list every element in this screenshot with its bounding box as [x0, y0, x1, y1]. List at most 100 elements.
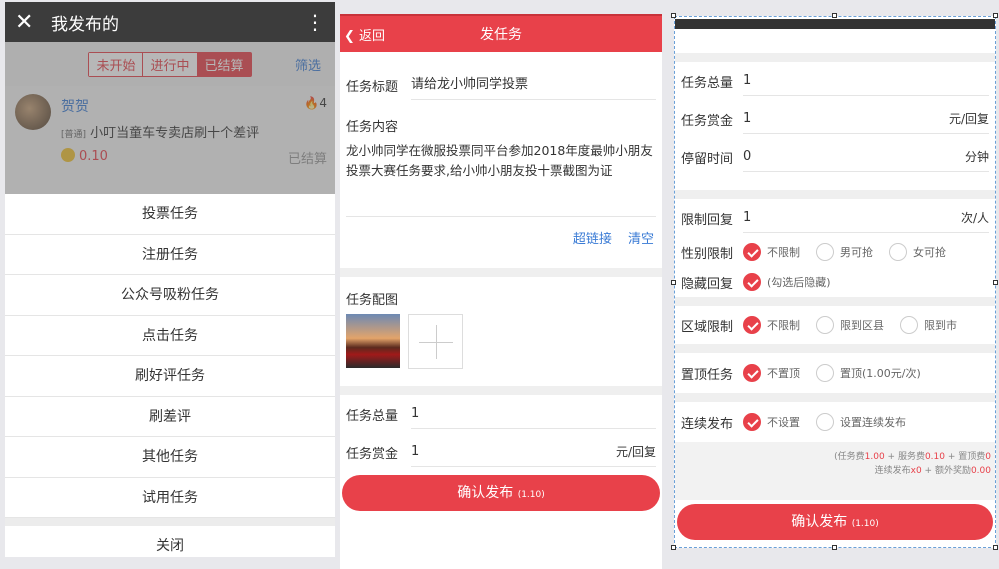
- divider: [340, 386, 662, 395]
- confirm-publish-button[interactable]: 确认发布 (1.10): [342, 475, 660, 511]
- tab-in-progress[interactable]: 进行中: [143, 52, 198, 76]
- limit-input[interactable]: 1 次/人: [743, 203, 989, 233]
- menu-item-vote[interactable]: 投票任务: [5, 194, 335, 235]
- fee-line-2: 连续发布x0 + 额外奖励0.00: [679, 464, 991, 478]
- car-thumbnail[interactable]: [346, 314, 400, 368]
- add-image-button[interactable]: [408, 314, 463, 369]
- total-input[interactable]: 1: [743, 66, 989, 96]
- hyperlink-button[interactable]: 超链接: [573, 232, 612, 247]
- task-title-label: 任务标题: [346, 79, 399, 95]
- selection-handle[interactable]: [671, 13, 676, 18]
- check-icon: [743, 273, 761, 291]
- chevron-left-icon: ❮: [344, 28, 355, 44]
- fee-text: + 服务费: [884, 452, 925, 462]
- fee-value: 0: [985, 452, 991, 462]
- spacer: [340, 52, 662, 66]
- divider: [675, 190, 995, 199]
- fee-text: (任务费: [834, 452, 865, 462]
- menu-item-click[interactable]: 点击任务: [5, 316, 335, 356]
- menu-item-other[interactable]: 其他任务: [5, 437, 335, 478]
- clear-button[interactable]: 清空: [628, 232, 654, 247]
- spacer: [675, 176, 995, 190]
- menu-item-bad-review[interactable]: 刷差评: [5, 397, 335, 437]
- more-icon[interactable]: ⋮: [305, 10, 325, 34]
- top-opt-none[interactable]: 不置顶: [743, 364, 800, 382]
- opt-label: 不限制: [767, 246, 800, 259]
- menu-item-good-review[interactable]: 刷好评任务: [5, 356, 335, 397]
- gender-opt-male[interactable]: 男可抢: [816, 243, 873, 261]
- task-amount: 0.10: [61, 148, 108, 164]
- back-button[interactable]: ❮ 返回: [340, 25, 385, 44]
- total-value: 1: [411, 406, 420, 421]
- task-title-input[interactable]: 请给龙小帅同学投票: [411, 70, 656, 100]
- total-row: 任务总量 1: [675, 62, 995, 100]
- divider: [346, 216, 656, 217]
- amount-value: 0.10: [79, 149, 108, 164]
- menu-item-register[interactable]: 注册任务: [5, 235, 335, 275]
- selection-handle[interactable]: [993, 545, 998, 550]
- tab-settled[interactable]: 已结算: [197, 52, 251, 76]
- fee-summary: (任务费1.00 + 服务费0.10 + 置顶费0 连续发布x0 + 额外奖励0…: [675, 442, 995, 500]
- selection-handle[interactable]: [832, 13, 837, 18]
- status-tabs-row: 未开始 进行中 已结算 筛选: [5, 42, 335, 86]
- task-card[interactable]: 贺贺 🔥4 [普通] 小叮当童车专卖店刷十个差评 0.10 已结算: [5, 86, 335, 194]
- gender-label: 性别限制: [681, 246, 734, 262]
- cont-opt-set[interactable]: 设置连续发布: [816, 413, 906, 431]
- limit-label: 限制回复: [681, 212, 734, 228]
- divider: [675, 393, 995, 402]
- divider: [675, 297, 995, 306]
- action-sheet: 投票任务 注册任务 公众号吸粉任务 点击任务 刷好评任务 刷差评 其他任务 试用…: [5, 194, 335, 557]
- publish-task-panel: ❮ 返回 发任务 任务标题 请给龙小帅同学投票 任务内容 龙小帅同学在微服投票同…: [340, 14, 662, 569]
- selection-handle[interactable]: [832, 545, 837, 550]
- total-input[interactable]: 1: [411, 399, 656, 429]
- selection-handle[interactable]: [993, 13, 998, 18]
- region-opt-city[interactable]: 限到市: [900, 316, 957, 334]
- region-opt-any[interactable]: 不限制: [743, 316, 800, 334]
- image-label: 任务配图: [346, 293, 399, 308]
- stay-row: 停留时间 0 分钟: [675, 138, 995, 176]
- page-title: 我发布的: [51, 14, 119, 35]
- my-published-panel: ✕ 我发布的 ⋮ 未开始 进行中 已结算 筛选 贺贺 🔥4 [普通] 小叮当童车…: [5, 2, 335, 557]
- selection-handle[interactable]: [671, 280, 676, 285]
- check-icon: [743, 243, 761, 261]
- radio-icon: [816, 243, 834, 261]
- task-title-value: 请给龙小帅同学投票: [411, 77, 529, 92]
- cont-opt-none[interactable]: 不设置: [743, 413, 800, 431]
- filter-link[interactable]: 筛选: [295, 55, 321, 74]
- dimmed-background: ✕ 我发布的 ⋮ 未开始 进行中 已结算 筛选 贺贺 🔥4 [普通] 小叮当童车…: [5, 2, 335, 194]
- top-opt-pin[interactable]: 置顶(1.00元/次): [816, 364, 921, 382]
- selection-handle[interactable]: [993, 280, 998, 285]
- fire-icon: 🔥: [304, 96, 320, 110]
- opt-label: 不设置: [767, 416, 800, 429]
- close-icon[interactable]: ✕: [15, 10, 51, 35]
- limit-row: 限制回复 1 次/人: [675, 199, 995, 237]
- content-textarea[interactable]: 龙小帅同学在微服投票同平台参加2018年度最帅小朋友投票大赛任务要求,给小帅小朋…: [346, 141, 656, 181]
- stay-value: 0: [743, 149, 752, 164]
- status-tabs: 未开始 进行中 已结算: [88, 51, 252, 77]
- gender-opt-any[interactable]: 不限制: [743, 243, 800, 261]
- region-label: 区域限制: [681, 319, 734, 335]
- reward-value: 1: [743, 111, 752, 126]
- radio-icon: [816, 316, 834, 334]
- total-label: 任务总量: [681, 75, 734, 91]
- menu-item-trial[interactable]: 试用任务: [5, 478, 335, 518]
- check-icon: [743, 316, 761, 334]
- continuous-label: 连续发布: [681, 416, 734, 432]
- confirm-publish-button[interactable]: 确认发布 (1.10): [677, 504, 993, 540]
- close-button[interactable]: 关闭: [5, 526, 335, 557]
- user-name: 贺贺: [61, 99, 89, 115]
- selection-handle[interactable]: [671, 545, 676, 550]
- divider: [5, 518, 335, 526]
- reward-input[interactable]: 1 元/回复: [743, 104, 989, 134]
- hide-opt[interactable]: (勾选后隐藏): [743, 273, 831, 291]
- gender-opt-female[interactable]: 女可抢: [889, 243, 946, 261]
- reward-input[interactable]: 1 元/回复: [411, 437, 656, 467]
- confirm-fee: (1.10): [851, 519, 879, 529]
- tab-not-started[interactable]: 未开始: [89, 52, 144, 76]
- opt-label: 设置连续发布: [840, 416, 906, 429]
- menu-item-follow[interactable]: 公众号吸粉任务: [5, 275, 335, 316]
- region-opt-district[interactable]: 限到区县: [816, 316, 884, 334]
- stay-input[interactable]: 0 分钟: [743, 142, 989, 172]
- radio-icon: [889, 243, 907, 261]
- fee-value: 0.00: [970, 466, 991, 476]
